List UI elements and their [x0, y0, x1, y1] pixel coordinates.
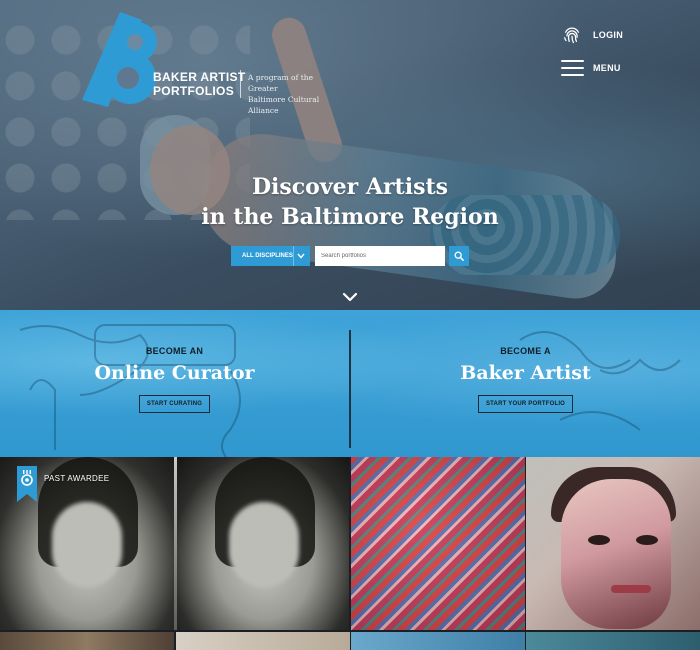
start-portfolio-button[interactable]: START YOUR PORTFOLIO — [477, 395, 574, 413]
chevron-down-icon — [293, 246, 307, 266]
login-label: LOGIN — [593, 30, 623, 40]
portfolio-tile-row2-1[interactable] — [0, 632, 174, 650]
portfolio-grid: PAST AWARDEE — [0, 457, 700, 650]
portfolio-search-bar: ALL DISCIPLINES — [231, 246, 469, 266]
hero-headline: Discover Artists in the Baltimore Region — [150, 172, 550, 232]
portfolio-tile-painting[interactable] — [526, 457, 700, 630]
menu-button[interactable]: MENU — [561, 60, 621, 76]
artist-cta-eyebrow: BECOME A — [500, 346, 551, 356]
portfolio-tile-row2-3[interactable] — [351, 632, 525, 650]
past-awardee-label: PAST AWARDEE — [44, 473, 110, 483]
fingerprint-icon — [564, 27, 580, 44]
logo-name-line2: PORTFOLIOS — [153, 84, 234, 98]
menu-label: MENU — [593, 63, 621, 73]
portfolio-tile-row2-4[interactable] — [526, 632, 700, 650]
scroll-down-chevron-icon[interactable] — [342, 291, 358, 303]
curator-cta-title: Online Curator — [94, 362, 255, 384]
hero-section: BAKER ARTIST PORTFOLIOS A program of the… — [0, 0, 700, 310]
curator-cta-eyebrow: BECOME AN — [145, 346, 204, 356]
portrait-photo-right — [177, 457, 349, 630]
start-curating-button[interactable]: START CURATING — [138, 395, 211, 413]
login-link[interactable]: LOGIN — [561, 24, 623, 46]
logo-divider — [240, 70, 241, 98]
site-logo[interactable]: BAKER ARTIST PORTFOLIOS A program of the… — [82, 12, 342, 115]
ribbon-icon — [17, 466, 37, 502]
portfolio-tile-textile[interactable] — [351, 457, 525, 630]
logo-name-line1: BAKER ARTIST — [153, 70, 246, 84]
cta-band: BECOME AN Online Curator START CURATING … — [0, 310, 700, 457]
portfolio-tile-portraits[interactable]: PAST AWARDEE — [0, 457, 349, 630]
discipline-dropdown-value: ALL DISCIPLINES — [242, 253, 293, 259]
tagline-line1: A program of the Greater — [248, 73, 314, 93]
headline-line2: in the Baltimore Region — [201, 204, 499, 230]
headline-line1: Discover Artists — [251, 174, 449, 200]
curator-cta: BECOME AN Online Curator START CURATING — [0, 346, 349, 413]
artist-cta: BECOME A Baker Artist START YOUR PORTFOL… — [351, 346, 700, 413]
search-input[interactable] — [315, 246, 445, 266]
tagline-line2: Baltimore Cultural Alliance — [248, 95, 320, 115]
discipline-dropdown[interactable]: ALL DISCIPLINES — [231, 246, 310, 266]
artist-cta-title: Baker Artist — [460, 362, 591, 384]
logo-wordmark: BAKER ARTIST PORTFOLIOS — [153, 70, 246, 98]
past-awardee-badge: PAST AWARDEE — [14, 466, 109, 504]
portfolio-tile-row2-2[interactable] — [176, 632, 350, 650]
hamburger-icon — [561, 60, 584, 76]
search-icon — [454, 251, 464, 261]
logo-tagline: A program of the Greater Baltimore Cultu… — [248, 72, 342, 116]
search-button[interactable] — [449, 246, 469, 266]
logo-b-mark-icon — [82, 12, 157, 107]
